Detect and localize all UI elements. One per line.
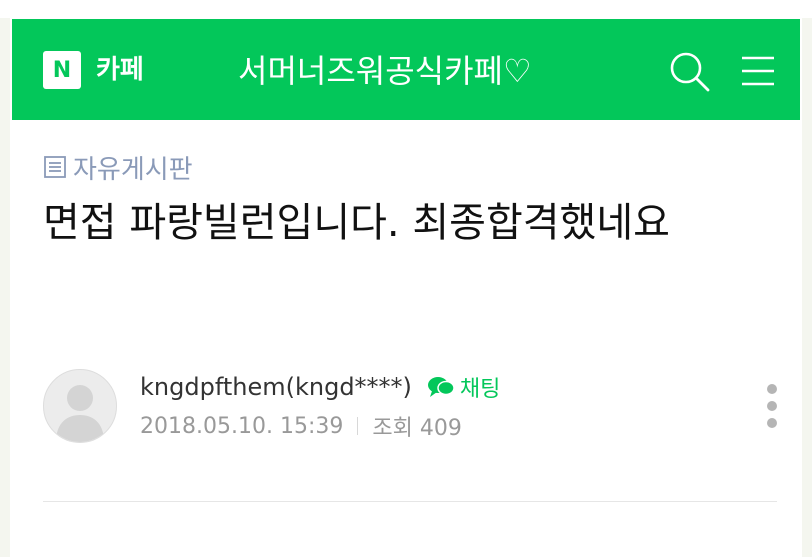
board-list-icon: [44, 156, 66, 178]
search-icon: [670, 52, 710, 92]
chat-label: 채팅: [459, 377, 501, 402]
post-title: 면접 파랑빌런입니다. 최종합격했네요: [43, 200, 670, 246]
meta-separator: [357, 417, 359, 435]
view-count: 조회 409: [372, 416, 462, 441]
board-name: 자유게시판: [73, 154, 193, 185]
header-divider: [43, 501, 777, 502]
cafe-header: N 카페 서머너즈워공식카페♡: [12, 19, 800, 120]
menu-button[interactable]: [738, 53, 778, 89]
top-strip: [0, 0, 812, 18]
logo-cafe-text[interactable]: 카페: [96, 50, 144, 90]
chat-button[interactable]: 채팅: [426, 371, 500, 403]
more-dot: [767, 384, 777, 394]
post-meta: 2018.05.10. 15:39 조회 409: [140, 410, 462, 442]
more-dot: [767, 418, 777, 428]
default-avatar-icon: [56, 385, 104, 442]
logo-letter: N: [52, 57, 72, 83]
author-name[interactable]: kngdpfthem(kngd****): [140, 373, 412, 401]
search-button[interactable]: [667, 49, 713, 95]
more-options-button[interactable]: [762, 382, 782, 430]
author-avatar[interactable]: [43, 369, 117, 443]
cafe-name[interactable]: 서머너즈워공식카페♡: [238, 49, 532, 93]
author-row: kngdpfthem(kngd****) 채팅: [140, 370, 500, 404]
post-date: 2018.05.10. 15:39: [140, 413, 344, 439]
more-dot: [767, 401, 777, 411]
hamburger-menu-icon: [742, 56, 774, 86]
board-link[interactable]: 자유게시판: [43, 150, 193, 185]
naver-logo[interactable]: N: [43, 51, 81, 89]
chat-bubble-icon: [427, 377, 455, 397]
